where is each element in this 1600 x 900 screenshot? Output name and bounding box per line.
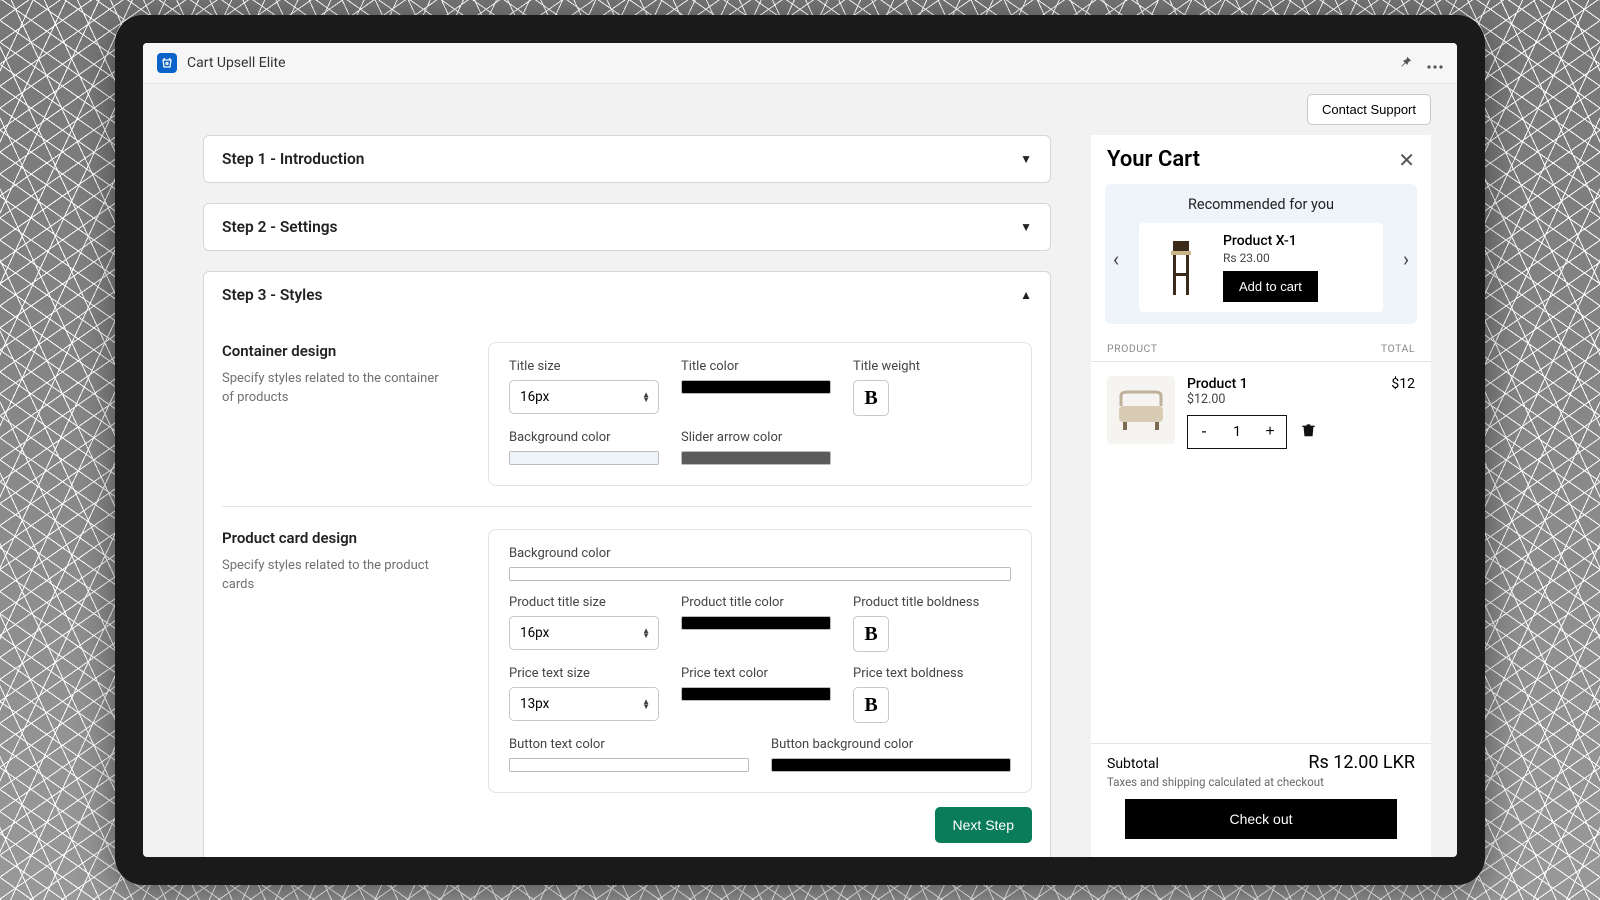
qty-increase-button[interactable]: + (1254, 416, 1286, 448)
checkout-button[interactable]: Check out (1125, 799, 1396, 839)
qty-value: 1 (1220, 424, 1254, 440)
subtotal-amount: Rs 12.00 LKR (1308, 752, 1415, 773)
price-color-label: Price text color (681, 666, 831, 681)
ptitle-color-label: Product title color (681, 595, 831, 610)
cart-item-price: $12.00 (1187, 392, 1379, 407)
product-card-heading: Product card design (222, 529, 452, 547)
app-icon (157, 53, 177, 73)
more-icon[interactable] (1427, 54, 1443, 73)
cart-item-total: $12 (1391, 376, 1415, 449)
cart-item-image (1107, 376, 1175, 444)
step-3-header[interactable]: Step 3 - Styles ▲ (204, 272, 1050, 318)
container-design-desc: Specify styles related to the container … (222, 370, 452, 408)
title-weight-label: Title weight (853, 359, 1003, 374)
slider-prev-icon[interactable]: ‹ (1113, 247, 1119, 271)
ptitle-bold-label: Product title boldness (853, 595, 1003, 610)
title-color-swatch[interactable] (681, 380, 831, 394)
contact-support-button[interactable]: Contact Support (1307, 94, 1431, 125)
rec-product-name: Product X-1 (1223, 233, 1318, 249)
step-3-title: Step 3 - Styles (222, 286, 323, 304)
qty-decrease-button[interactable]: - (1188, 416, 1220, 448)
chevron-down-icon: ▼ (1020, 152, 1032, 166)
step-2-accordion[interactable]: Step 2 - Settings ▼ (203, 203, 1051, 251)
close-icon[interactable]: ✕ (1398, 148, 1415, 172)
app-screen: Cart Upsell Elite Contact Support Step 1… (143, 43, 1457, 857)
product-card-desc: Specify styles related to the product ca… (222, 557, 452, 595)
ptitle-color-swatch[interactable] (681, 616, 831, 630)
laptop-frame: Cart Upsell Elite Contact Support Step 1… (115, 15, 1485, 885)
add-to-cart-button[interactable]: Add to cart (1223, 271, 1318, 302)
col-total-label: TOTAL (1381, 342, 1415, 355)
cart-item-name: Product 1 (1187, 376, 1379, 392)
cart-item: Product 1 $12.00 - 1 + (1091, 362, 1431, 459)
btn-text-color-swatch[interactable] (509, 758, 749, 772)
rec-product-price: Rs 23.00 (1223, 251, 1318, 265)
title-size-select[interactable]: 16px ▲▼ (509, 380, 659, 414)
step-2-title: Step 2 - Settings (222, 218, 338, 236)
btn-bg-color-swatch[interactable] (771, 758, 1011, 772)
step-1-title: Step 1 - Introduction (222, 150, 364, 168)
slider-next-icon[interactable]: › (1403, 247, 1409, 271)
cart-preview: Your Cart ✕ Recommended for you ‹ › Prod… (1091, 135, 1431, 857)
price-bold-toggle[interactable]: B (853, 687, 889, 723)
price-color-swatch[interactable] (681, 687, 831, 701)
stepper-icon: ▲▼ (642, 392, 650, 402)
bg-color-label: Background color (509, 430, 659, 445)
step-1-accordion[interactable]: Step 1 - Introduction ▼ (203, 135, 1051, 183)
rec-product-image (1153, 235, 1209, 301)
ptitle-bold-toggle[interactable]: B (853, 616, 889, 652)
arrow-color-label: Slider arrow color (681, 430, 831, 445)
price-size-select[interactable]: 13px ▲▼ (509, 687, 659, 721)
pin-icon[interactable] (1399, 54, 1413, 73)
card-bg-label: Background color (509, 546, 1011, 561)
recommended-product-card: Product X-1 Rs 23.00 Add to cart (1139, 223, 1383, 312)
quantity-stepper: - 1 + (1187, 415, 1287, 449)
next-step-button[interactable]: Next Step (935, 807, 1032, 843)
price-bold-label: Price text boldness (853, 666, 1003, 681)
trash-icon[interactable] (1301, 422, 1316, 442)
title-size-label: Title size (509, 359, 659, 374)
subtotal-label: Subtotal (1107, 756, 1159, 772)
title-color-label: Title color (681, 359, 831, 374)
cart-title: Your Cart (1107, 147, 1200, 172)
product-card-design-card: Background color Product title size 16px… (488, 529, 1032, 793)
step-3-accordion: Step 3 - Styles ▲ Container design Speci… (203, 271, 1051, 857)
top-bar: Cart Upsell Elite (143, 43, 1457, 84)
title-weight-toggle[interactable]: B (853, 380, 889, 416)
container-design-card: Title size 16px ▲▼ Title color (488, 342, 1032, 486)
tax-note: Taxes and shipping calculated at checkou… (1107, 775, 1415, 789)
btn-bg-color-label: Button background color (771, 737, 1011, 752)
col-product-label: PRODUCT (1107, 342, 1157, 355)
arrow-color-swatch[interactable] (681, 451, 831, 465)
recommendation-title: Recommended for you (1111, 196, 1411, 213)
bg-color-swatch[interactable] (509, 451, 659, 465)
chevron-down-icon: ▼ (1020, 220, 1032, 234)
support-row: Contact Support (143, 84, 1457, 135)
app-title: Cart Upsell Elite (187, 55, 286, 71)
container-design-heading: Container design (222, 342, 452, 360)
btn-text-color-label: Button text color (509, 737, 749, 752)
card-bg-swatch[interactable] (509, 567, 1011, 581)
recommendation-box: Recommended for you ‹ › Product X-1 Rs 2… (1105, 184, 1417, 324)
stepper-icon: ▲▼ (642, 628, 650, 638)
chevron-up-icon: ▲ (1020, 288, 1032, 302)
price-size-label: Price text size (509, 666, 659, 681)
stepper-icon: ▲▼ (642, 699, 650, 709)
ptitle-size-label: Product title size (509, 595, 659, 610)
ptitle-size-select[interactable]: 16px ▲▼ (509, 616, 659, 650)
